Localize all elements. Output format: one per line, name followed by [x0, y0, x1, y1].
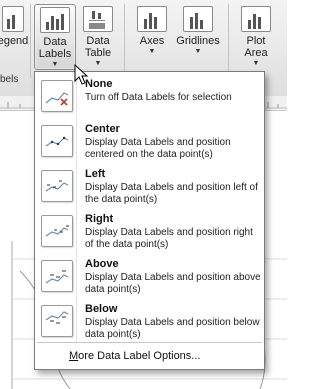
menu-item-description: Display Data Labels and position above d…	[85, 272, 261, 295]
menu-item-below[interactable]: Below Display Data Labels and position b…	[35, 299, 264, 344]
axes-label: Axes	[139, 35, 165, 47]
data-labels-left-icon	[41, 170, 73, 202]
gridlines-icon	[183, 6, 213, 32]
data-labels-center-icon	[41, 125, 73, 157]
menu-item-center[interactable]: Center Display Data Labels and position …	[35, 119, 264, 164]
group-separator	[228, 4, 229, 78]
menu-item-right[interactable]: Right Display Data Labels and position r…	[35, 209, 264, 254]
plot-area-button[interactable]: Plot Area ▼	[234, 4, 278, 68]
data-table-icon	[83, 6, 113, 32]
group-separator	[124, 4, 125, 78]
mouse-pointer-icon	[74, 64, 89, 85]
menu-separator	[37, 342, 262, 343]
gridlines-button[interactable]: Gridlines ▼	[174, 4, 222, 68]
data-labels-menu: None Turn off Data Labels for selection …	[34, 71, 265, 370]
legend-label: egend	[0, 35, 29, 47]
plot-area-icon	[241, 6, 271, 32]
menu-item-description: Display Data Labels and position centere…	[85, 137, 231, 160]
data-labels-button[interactable]: Data Labels ▼	[34, 4, 76, 70]
gridlines-label: Gridlines	[176, 35, 220, 47]
menu-item-description: Display Data Labels and position left of…	[85, 182, 258, 205]
data-table-label: Data Table	[84, 35, 112, 59]
ribbon-group-label: bels	[0, 74, 19, 85]
menu-item-title: Above	[85, 258, 119, 270]
group-separator	[30, 4, 31, 78]
menu-item-left[interactable]: Left Display Data Labels and position le…	[35, 164, 264, 209]
menu-item-title: Left	[85, 168, 106, 180]
more-options-label: More Data Label Options...	[69, 350, 201, 362]
data-labels-right-icon	[41, 215, 73, 247]
menu-item-above[interactable]: Above Display Data Labels and position a…	[35, 254, 264, 299]
data-labels-above-icon	[41, 260, 73, 292]
chevron-down-icon: ▼	[252, 60, 260, 67]
menu-item-title: Below	[85, 303, 118, 315]
chevron-down-icon: ▼	[51, 61, 59, 68]
more-data-label-options[interactable]: More Data Label Options...	[35, 344, 264, 368]
axes-icon	[137, 6, 167, 32]
menu-item-title: Center	[85, 123, 120, 135]
plot-area-label: Plot Area	[244, 35, 268, 59]
data-labels-below-icon	[41, 305, 73, 337]
menu-item-none[interactable]: None Turn off Data Labels for selection	[35, 74, 264, 119]
legend-button[interactable]: egend	[0, 4, 32, 68]
menu-item-title: Right	[85, 213, 114, 225]
menu-item-description: Turn off Data Labels for selection	[85, 92, 232, 103]
data-labels-none-icon	[41, 80, 73, 112]
data-table-button[interactable]: Data Table ▼	[78, 4, 118, 68]
chevron-down-icon: ▼	[194, 48, 202, 55]
chevron-down-icon: ▼	[148, 48, 156, 55]
data-labels-label: Data Labels	[38, 36, 72, 60]
menu-item-description: Display Data Labels and position right o…	[85, 227, 253, 250]
menu-item-description: Display Data Labels and position below d…	[85, 317, 260, 340]
legend-icon	[2, 6, 24, 32]
data-labels-icon	[40, 7, 70, 33]
axes-button[interactable]: Axes ▼	[132, 4, 172, 68]
